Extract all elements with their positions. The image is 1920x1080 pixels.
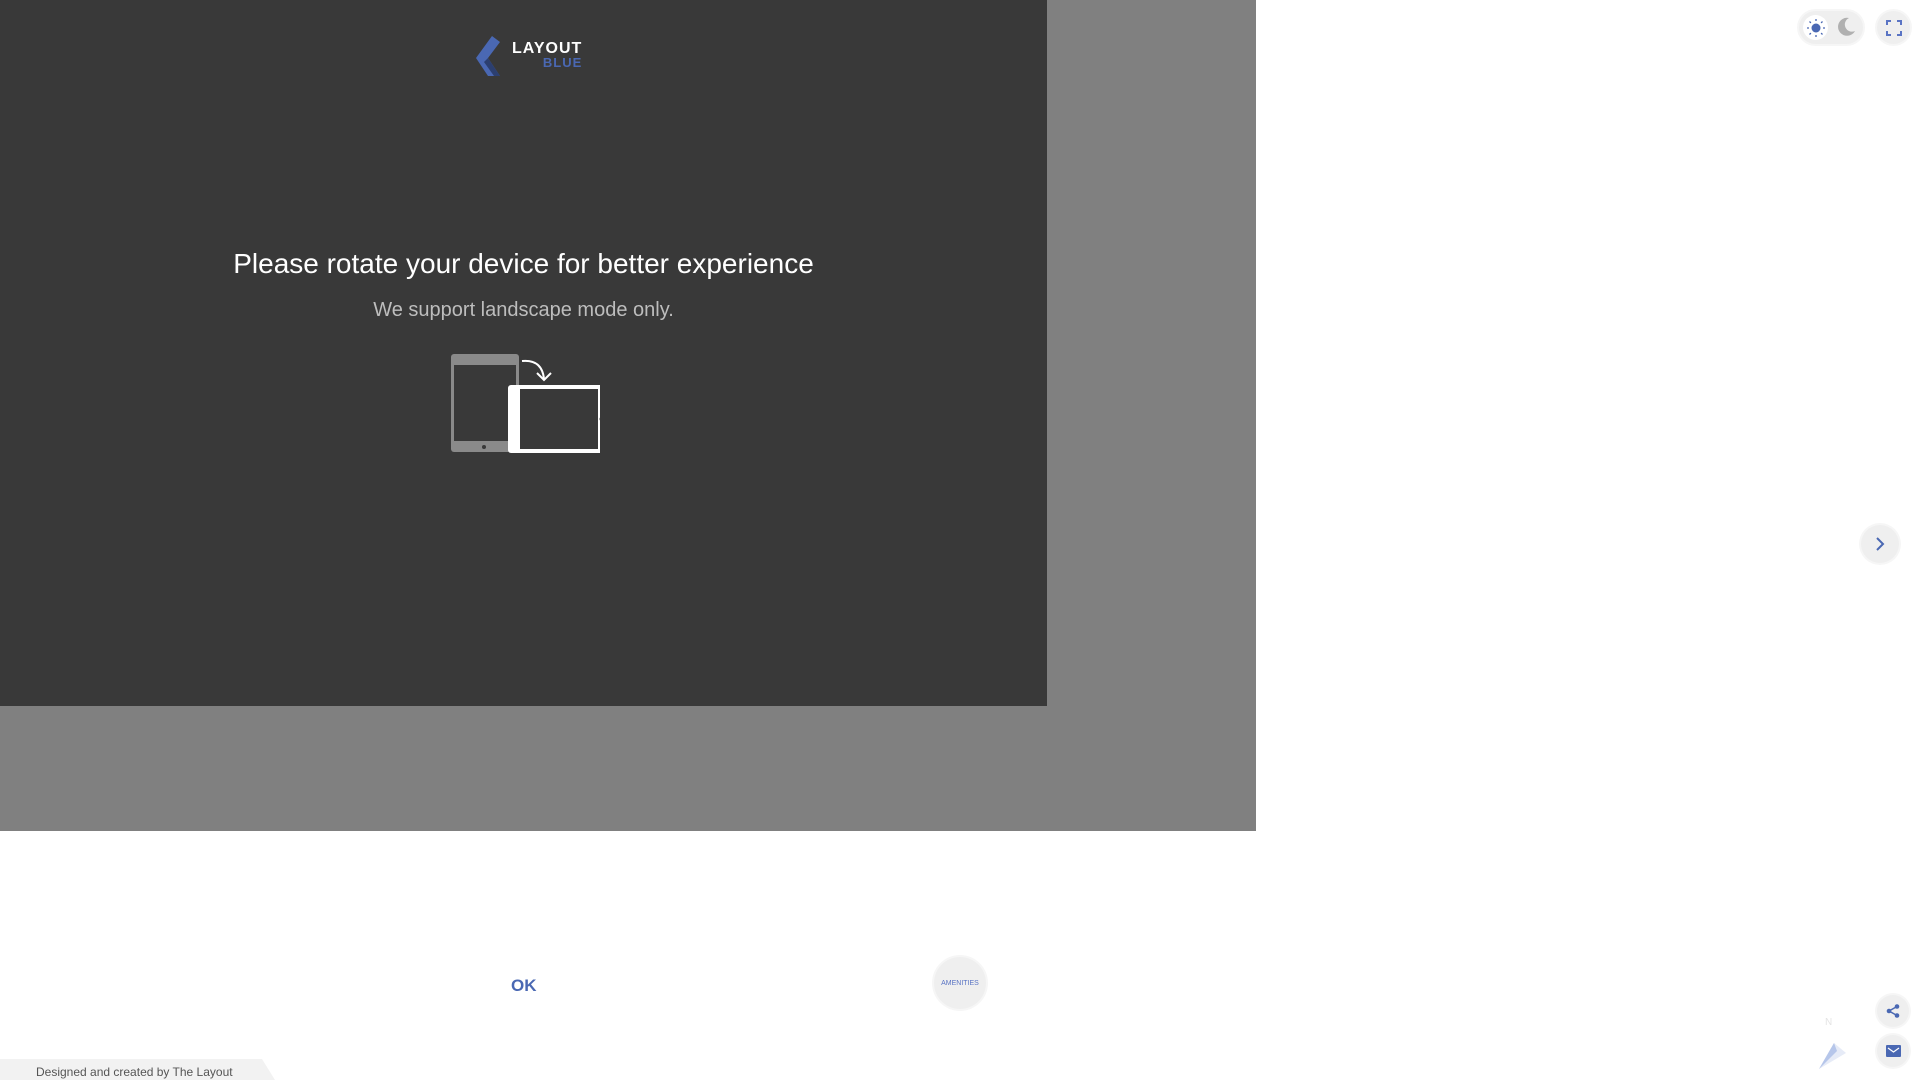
- share-icon: [1886, 1004, 1900, 1018]
- theme-toggle[interactable]: [1799, 11, 1863, 44]
- share-button[interactable]: [1877, 995, 1909, 1027]
- amenities-label: AMENITIES: [941, 979, 979, 987]
- compass-label: N: [1825, 1017, 1832, 1028]
- logo-line2: BLUE: [542, 55, 583, 70]
- ok-button[interactable]: OK: [511, 976, 537, 996]
- fullscreen-button[interactable]: [1877, 11, 1910, 44]
- mail-icon: [1885, 1045, 1901, 1057]
- moon-icon[interactable]: [1835, 16, 1857, 38]
- email-button[interactable]: [1877, 1035, 1909, 1067]
- footer-credit: Designed and created by The Layout: [0, 1059, 275, 1080]
- next-button[interactable]: [1861, 525, 1899, 563]
- logo: LAYOUT BLUE: [472, 34, 582, 78]
- compass: N: [1815, 1015, 1855, 1076]
- logo-line1: LAYOUT: [512, 40, 583, 57]
- chevron-right-icon: [1876, 537, 1885, 551]
- dialog-title: Please rotate your device for better exp…: [233, 248, 814, 279]
- rotate-device-dialog: LAYOUT BLUE Please rotate your device for…: [0, 0, 1047, 706]
- amenities-button[interactable]: AMENITIES: [934, 957, 986, 1009]
- compass-icon: N: [1819, 1017, 1846, 1069]
- logo-mark-icon: [476, 36, 500, 76]
- light-mode-button[interactable]: [1803, 15, 1828, 40]
- fullscreen-icon: [1885, 19, 1902, 36]
- rotate-device-icon: [451, 354, 600, 453]
- sun-icon: [1806, 18, 1825, 37]
- dialog-subtitle: We support landscape mode only.: [373, 299, 674, 321]
